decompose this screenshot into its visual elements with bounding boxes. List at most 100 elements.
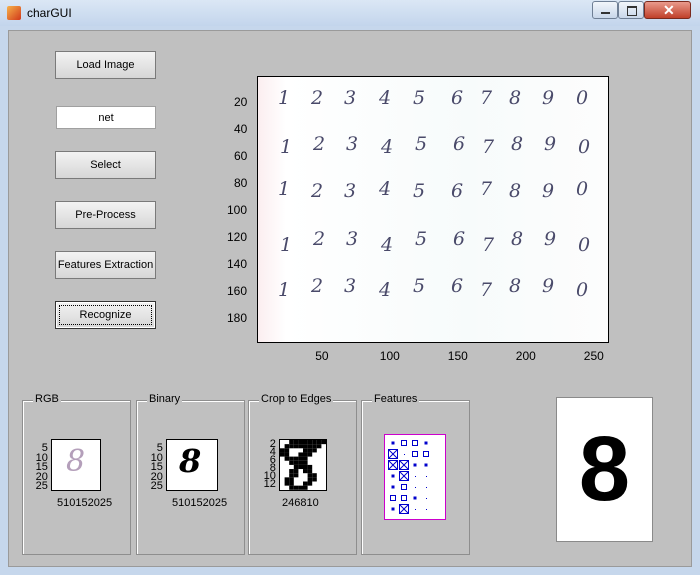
feature-mark xyxy=(415,487,416,488)
crop-pixel xyxy=(303,481,308,486)
handwritten-digit: 0 xyxy=(576,178,589,200)
handwritten-digit: 1 xyxy=(280,136,293,158)
crop-pixel xyxy=(280,452,285,457)
crop-pixel xyxy=(316,440,322,445)
crop-pixel xyxy=(307,477,313,482)
handwritten-digit: 1 xyxy=(278,87,291,109)
features-extraction-button[interactable]: Features Extraction xyxy=(55,251,156,279)
handwritten-digit: 5 xyxy=(413,180,426,202)
feature-mark xyxy=(424,463,428,467)
crop-pixel xyxy=(280,448,285,453)
window-title: charGUI xyxy=(27,6,72,20)
crop-pixel xyxy=(316,444,322,449)
feature-mark xyxy=(399,504,409,514)
feature-mark xyxy=(404,454,405,455)
feature-mark xyxy=(423,451,429,457)
crop-pixel xyxy=(293,440,299,445)
crop-pixel xyxy=(289,485,294,490)
handwritten-digit: 2 xyxy=(311,275,324,297)
handwritten-digit: 9 xyxy=(544,133,557,155)
crop-pixel xyxy=(293,469,299,474)
main-x-tick: 250 xyxy=(583,349,604,363)
main-y-tick: 180 xyxy=(227,311,248,325)
crop-pixel xyxy=(289,477,294,482)
crop-pixel xyxy=(298,456,303,461)
handwritten-digit: 7 xyxy=(480,87,493,109)
main-y-tick: 80 xyxy=(234,176,248,190)
crop-pixel xyxy=(284,477,290,482)
maximize-button[interactable] xyxy=(618,1,644,19)
crop-pixel xyxy=(284,444,290,449)
crop-pixel xyxy=(312,448,317,453)
feature-mark xyxy=(415,476,416,477)
minimize-button[interactable] xyxy=(592,1,618,19)
handwritten-digit: 4 xyxy=(379,178,392,200)
handwritten-digit: 0 xyxy=(578,234,591,256)
close-button[interactable]: ✕ xyxy=(644,1,691,19)
crop-pixel xyxy=(298,485,303,490)
crop-panel-title: Crop to Edges xyxy=(259,393,334,405)
crop-pixel xyxy=(303,448,308,453)
feature-mark xyxy=(424,441,428,445)
maximize-icon xyxy=(627,6,637,16)
feature-mark xyxy=(426,487,427,488)
handwritten-digit: 3 xyxy=(344,180,357,202)
crop-pixel xyxy=(289,444,294,449)
handwritten-digit: 6 xyxy=(451,275,464,297)
recognize-button[interactable]: Recognize xyxy=(55,301,156,329)
title-bar[interactable]: charGUI ✕ xyxy=(0,0,700,26)
handwritten-digit: 1 xyxy=(278,279,291,301)
crop-pixel xyxy=(307,452,313,457)
handwritten-digit: 9 xyxy=(542,180,555,202)
crop-pixel xyxy=(284,456,290,461)
crop-pixel xyxy=(289,469,294,474)
feature-mark xyxy=(391,507,395,511)
crop-pixel xyxy=(289,440,294,445)
handwritten-digit: 6 xyxy=(451,180,464,202)
handwritten-digit: 6 xyxy=(451,87,464,109)
main-y-tick: 160 xyxy=(227,284,248,298)
handwritten-digit: 1 xyxy=(280,234,293,256)
features-plot xyxy=(384,434,446,520)
handwritten-digits-image: 1234567890123456789012345678901234567890… xyxy=(258,77,608,342)
crop-pixel xyxy=(298,440,303,445)
feature-mark xyxy=(426,509,427,510)
binary-glyph: 8 xyxy=(179,442,202,480)
rgb-panel-title: RGB xyxy=(33,393,61,405)
main-y-tick: 140 xyxy=(227,257,248,271)
handwritten-digit: 7 xyxy=(480,178,493,200)
feature-mark xyxy=(401,495,407,501)
crop-pixel xyxy=(312,473,317,478)
handwritten-digit: 2 xyxy=(313,133,326,155)
crop-pixel xyxy=(312,440,317,445)
small-y-tick: 25 xyxy=(35,480,48,492)
preprocess-button[interactable]: Pre-Process xyxy=(55,201,156,229)
main-image-axes[interactable]: 1234567890123456789012345678901234567890… xyxy=(257,76,609,343)
feature-mark xyxy=(391,441,395,445)
crop-pixel xyxy=(307,448,313,453)
crop-pixel xyxy=(293,473,299,478)
features-panel-title: Features xyxy=(372,393,420,405)
crop-pixel xyxy=(293,485,299,490)
crop-pixel xyxy=(293,444,299,449)
handwritten-digit: 6 xyxy=(453,228,466,250)
handwritten-digit: 7 xyxy=(480,279,493,301)
feature-mark xyxy=(412,440,418,446)
crop-pixel xyxy=(307,464,313,470)
main-x-tick: 100 xyxy=(379,349,400,363)
crop-pixel xyxy=(303,469,308,474)
handwritten-digit: 3 xyxy=(346,228,359,250)
handwritten-digit: 5 xyxy=(413,275,426,297)
crop-pixel xyxy=(303,460,308,465)
select-button[interactable]: Select xyxy=(55,151,156,179)
app-window: charGUI ✕ Load Image net Select Pre-Proc… xyxy=(0,0,700,575)
net-input[interactable]: net xyxy=(56,106,156,129)
crop-pixel xyxy=(284,448,290,453)
main-y-tick: 40 xyxy=(234,122,248,136)
load-image-button[interactable]: Load Image xyxy=(55,51,156,79)
handwritten-digit: 7 xyxy=(482,234,495,256)
handwritten-digit: 8 xyxy=(509,180,522,202)
main-y-tick: 20 xyxy=(234,95,248,109)
handwritten-digit: 8 xyxy=(511,133,524,155)
handwritten-digit: 4 xyxy=(381,234,394,256)
